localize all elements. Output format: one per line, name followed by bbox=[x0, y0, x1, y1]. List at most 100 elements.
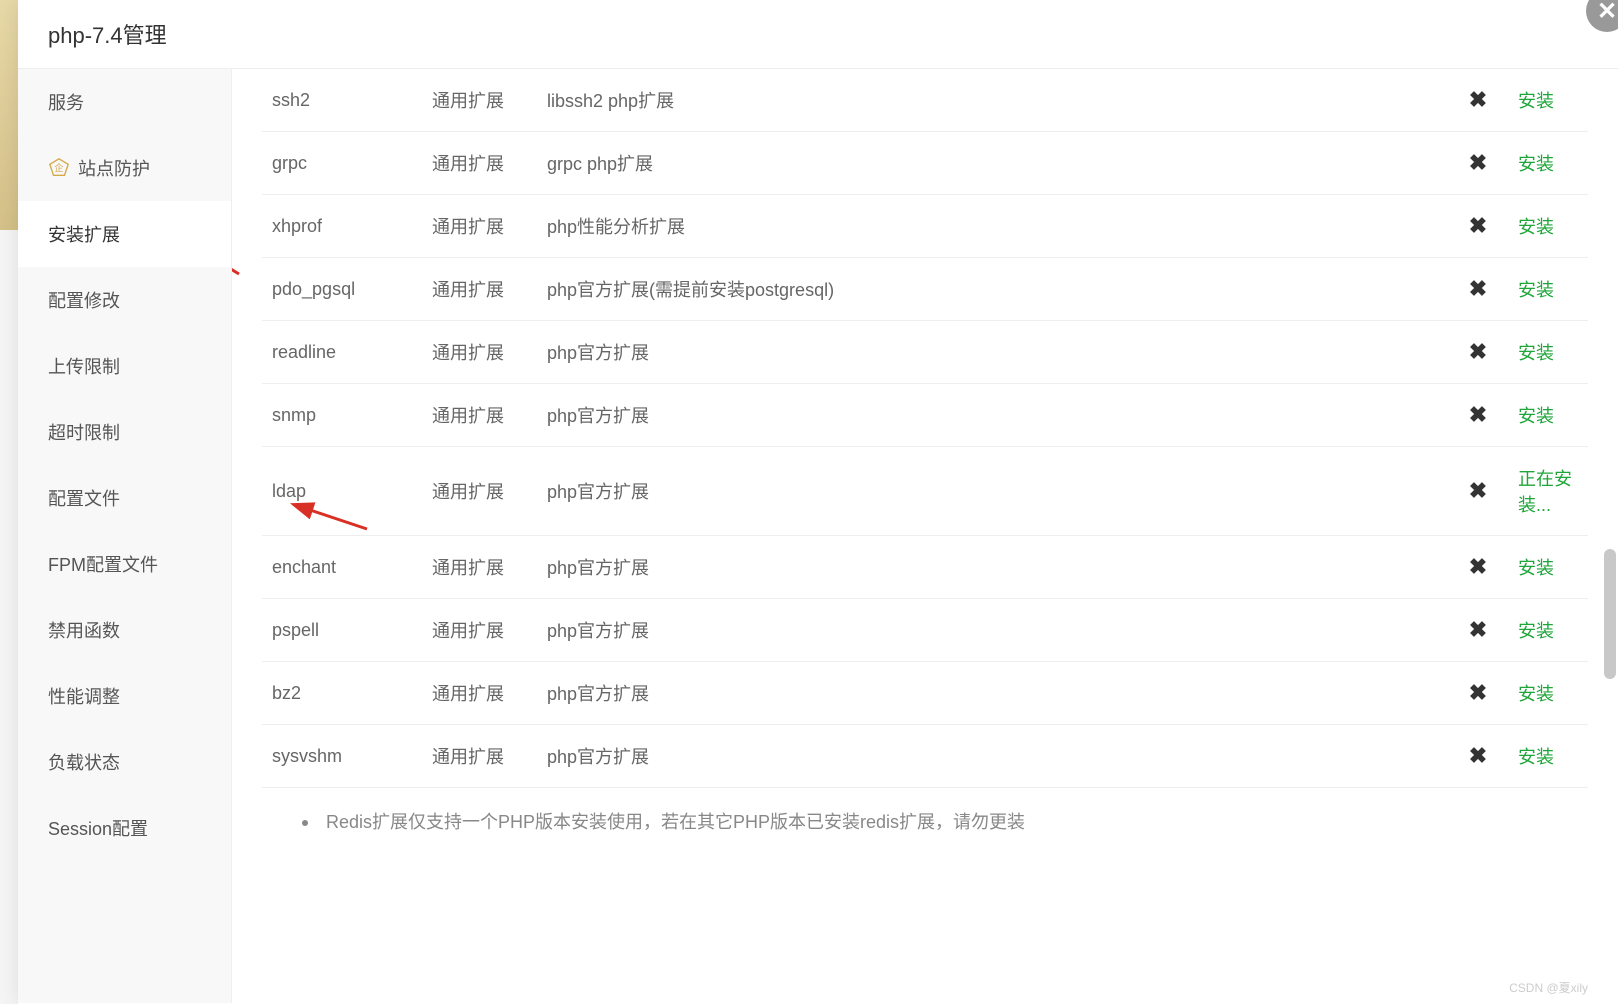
table-row: enchant通用扩展php官方扩展✖安装 bbox=[262, 536, 1588, 599]
ext-type: 通用扩展 bbox=[422, 447, 537, 536]
ext-name: pspell bbox=[262, 599, 422, 662]
not-installed-icon: ✖ bbox=[1469, 150, 1487, 175]
ext-type: 通用扩展 bbox=[422, 132, 537, 195]
sidebar-item-4[interactable]: 上传限制 bbox=[18, 333, 231, 399]
ext-action: 安装 bbox=[1508, 258, 1588, 321]
modal-header: php-7.4管理 bbox=[18, 0, 1618, 69]
ext-action: 安装 bbox=[1508, 599, 1588, 662]
ext-desc: php性能分析扩展 bbox=[537, 195, 1448, 258]
install-link[interactable]: 安装 bbox=[1518, 747, 1554, 767]
sidebar-item-label: 配置修改 bbox=[48, 287, 120, 313]
ext-name: sysvshm bbox=[262, 725, 422, 788]
sidebar-item-5[interactable]: 超时限制 bbox=[18, 399, 231, 465]
sidebar-item-label: 配置文件 bbox=[48, 485, 120, 511]
modal-title: php-7.4管理 bbox=[48, 18, 1588, 50]
ext-type: 通用扩展 bbox=[422, 662, 537, 725]
install-link[interactable]: 安装 bbox=[1518, 684, 1554, 704]
ext-desc: php官方扩展 bbox=[537, 536, 1448, 599]
install-link[interactable]: 安装 bbox=[1518, 280, 1554, 300]
not-installed-icon: ✖ bbox=[1469, 478, 1487, 503]
sidebar-item-label: 禁用函数 bbox=[48, 617, 120, 643]
ext-status: ✖ bbox=[1448, 195, 1508, 258]
sidebar-item-1[interactable]: 企站点防护 bbox=[18, 135, 231, 201]
modal-body: 服务企站点防护安装扩展配置修改上传限制超时限制配置文件 FPM配置文件禁用函数性能… bbox=[18, 69, 1618, 1003]
ext-name: grpc bbox=[262, 132, 422, 195]
ext-status: ✖ bbox=[1448, 384, 1508, 447]
ext-action: 安装 bbox=[1508, 132, 1588, 195]
table-row: bz2通用扩展php官方扩展✖安装 bbox=[262, 662, 1588, 725]
ext-name: snmp bbox=[262, 384, 422, 447]
sidebar-item-10[interactable]: 负载状态 bbox=[18, 729, 231, 795]
table-row: readline通用扩展php官方扩展✖安装 bbox=[262, 321, 1588, 384]
sidebar-item-3[interactable]: 配置修改 bbox=[18, 267, 231, 333]
close-icon: ✕ bbox=[1597, 0, 1617, 26]
ext-name: ssh2 bbox=[262, 69, 422, 132]
ext-desc: php官方扩展 bbox=[537, 447, 1448, 536]
ext-action: 安装 bbox=[1508, 536, 1588, 599]
ext-name: readline bbox=[262, 321, 422, 384]
not-installed-icon: ✖ bbox=[1469, 213, 1487, 238]
table-row: xhprof通用扩展php性能分析扩展 ✖ 安装 bbox=[262, 195, 1588, 258]
table-row: pdo_pgsql通用扩展php官方扩展(需提前安装postgresql)✖ 安装 bbox=[262, 258, 1588, 321]
sidebar-item-6[interactable]: 配置文件 bbox=[18, 465, 231, 531]
ext-action: 安装 bbox=[1508, 725, 1588, 788]
ext-status: ✖ bbox=[1448, 258, 1508, 321]
install-link[interactable]: 安装 bbox=[1518, 621, 1554, 641]
ext-type: 通用扩展 bbox=[422, 258, 537, 321]
ext-action: 安装 bbox=[1508, 662, 1588, 725]
footer-note: Redis扩展仅支持一个PHP版本安装使用，若在其它PHP版本已安装redis扩… bbox=[262, 788, 1588, 834]
ext-name: ldap bbox=[262, 447, 422, 536]
table-scroll[interactable]: ssh2通用扩展libssh2 php扩展✖安装grpc通用扩展grpc php… bbox=[262, 69, 1588, 1003]
ext-status: ✖ bbox=[1448, 662, 1508, 725]
sidebar-item-8[interactable]: 禁用函数 bbox=[18, 597, 231, 663]
ext-type: 通用扩展 bbox=[422, 599, 537, 662]
modal-dialog: ✕ php-7.4管理 服务企站点防护安装扩展配置修改上传限制超时限制配置文件 F… bbox=[18, 0, 1618, 1004]
ext-type: 通用扩展 bbox=[422, 384, 537, 447]
ext-name: xhprof bbox=[262, 195, 422, 258]
install-link[interactable]: 正在安装... bbox=[1518, 469, 1572, 515]
watermark: CSDN @夏xily bbox=[1509, 979, 1588, 996]
content-panel: ssh2通用扩展libssh2 php扩展✖安装grpc通用扩展grpc php… bbox=[232, 69, 1618, 1003]
ext-action: 安装 bbox=[1508, 195, 1588, 258]
ext-action: 安装 bbox=[1508, 384, 1588, 447]
ext-desc: php官方扩展 bbox=[537, 725, 1448, 788]
ext-name: bz2 bbox=[262, 662, 422, 725]
ext-desc: php官方扩展 bbox=[537, 321, 1448, 384]
install-link[interactable]: 安装 bbox=[1518, 343, 1554, 363]
ext-desc: grpc php扩展 bbox=[537, 132, 1448, 195]
ext-status: ✖ bbox=[1448, 321, 1508, 384]
sidebar-item-2[interactable]: 安装扩展 bbox=[18, 201, 231, 267]
ext-desc: php官方扩展 bbox=[537, 599, 1448, 662]
ext-name: pdo_pgsql bbox=[262, 258, 422, 321]
ext-desc: php官方扩展(需提前安装postgresql) bbox=[537, 258, 1448, 321]
table-row: ssh2通用扩展libssh2 php扩展✖安装 bbox=[262, 69, 1588, 132]
sidebar-item-label: 性能调整 bbox=[48, 683, 120, 709]
ext-status: ✖ bbox=[1448, 132, 1508, 195]
sidebar-item-0[interactable]: 服务 bbox=[18, 69, 231, 135]
ext-desc: php官方扩展 bbox=[537, 384, 1448, 447]
scrollbar-thumb[interactable] bbox=[1604, 549, 1616, 679]
table-row: ldap通用扩展php官方扩展 ✖ 正在安装... bbox=[262, 447, 1588, 536]
ext-status: ✖ bbox=[1448, 69, 1508, 132]
table-row: snmp通用扩展php官方扩展✖ 安装 bbox=[262, 384, 1588, 447]
sidebar-item-7[interactable]: FPM配置文件 bbox=[18, 531, 231, 597]
ext-type: 通用扩展 bbox=[422, 536, 537, 599]
install-link[interactable]: 安装 bbox=[1518, 406, 1554, 426]
ext-action: 正在安装... bbox=[1508, 447, 1588, 536]
install-link[interactable]: 安装 bbox=[1518, 91, 1554, 111]
sidebar-item-label: 站点防护 bbox=[78, 155, 150, 181]
sidebar-item-label: 负载状态 bbox=[48, 749, 120, 775]
install-link[interactable]: 安装 bbox=[1518, 154, 1554, 174]
sidebar-item-11[interactable]: Session配置 bbox=[18, 795, 231, 861]
table-row: pspell通用扩展php官方扩展✖安装 bbox=[262, 599, 1588, 662]
sidebar-item-label: 服务 bbox=[48, 89, 84, 115]
ext-status: ✖ bbox=[1448, 536, 1508, 599]
install-link[interactable]: 安装 bbox=[1518, 217, 1554, 237]
not-installed-icon: ✖ bbox=[1469, 339, 1487, 364]
table-row: sysvshm通用扩展php官方扩展✖安装 bbox=[262, 725, 1588, 788]
ext-action: 安装 bbox=[1508, 69, 1588, 132]
ext-type: 通用扩展 bbox=[422, 195, 537, 258]
install-link[interactable]: 安装 bbox=[1518, 558, 1554, 578]
sidebar-item-9[interactable]: 性能调整 bbox=[18, 663, 231, 729]
extensions-table: ssh2通用扩展libssh2 php扩展✖安装grpc通用扩展grpc php… bbox=[262, 69, 1588, 788]
